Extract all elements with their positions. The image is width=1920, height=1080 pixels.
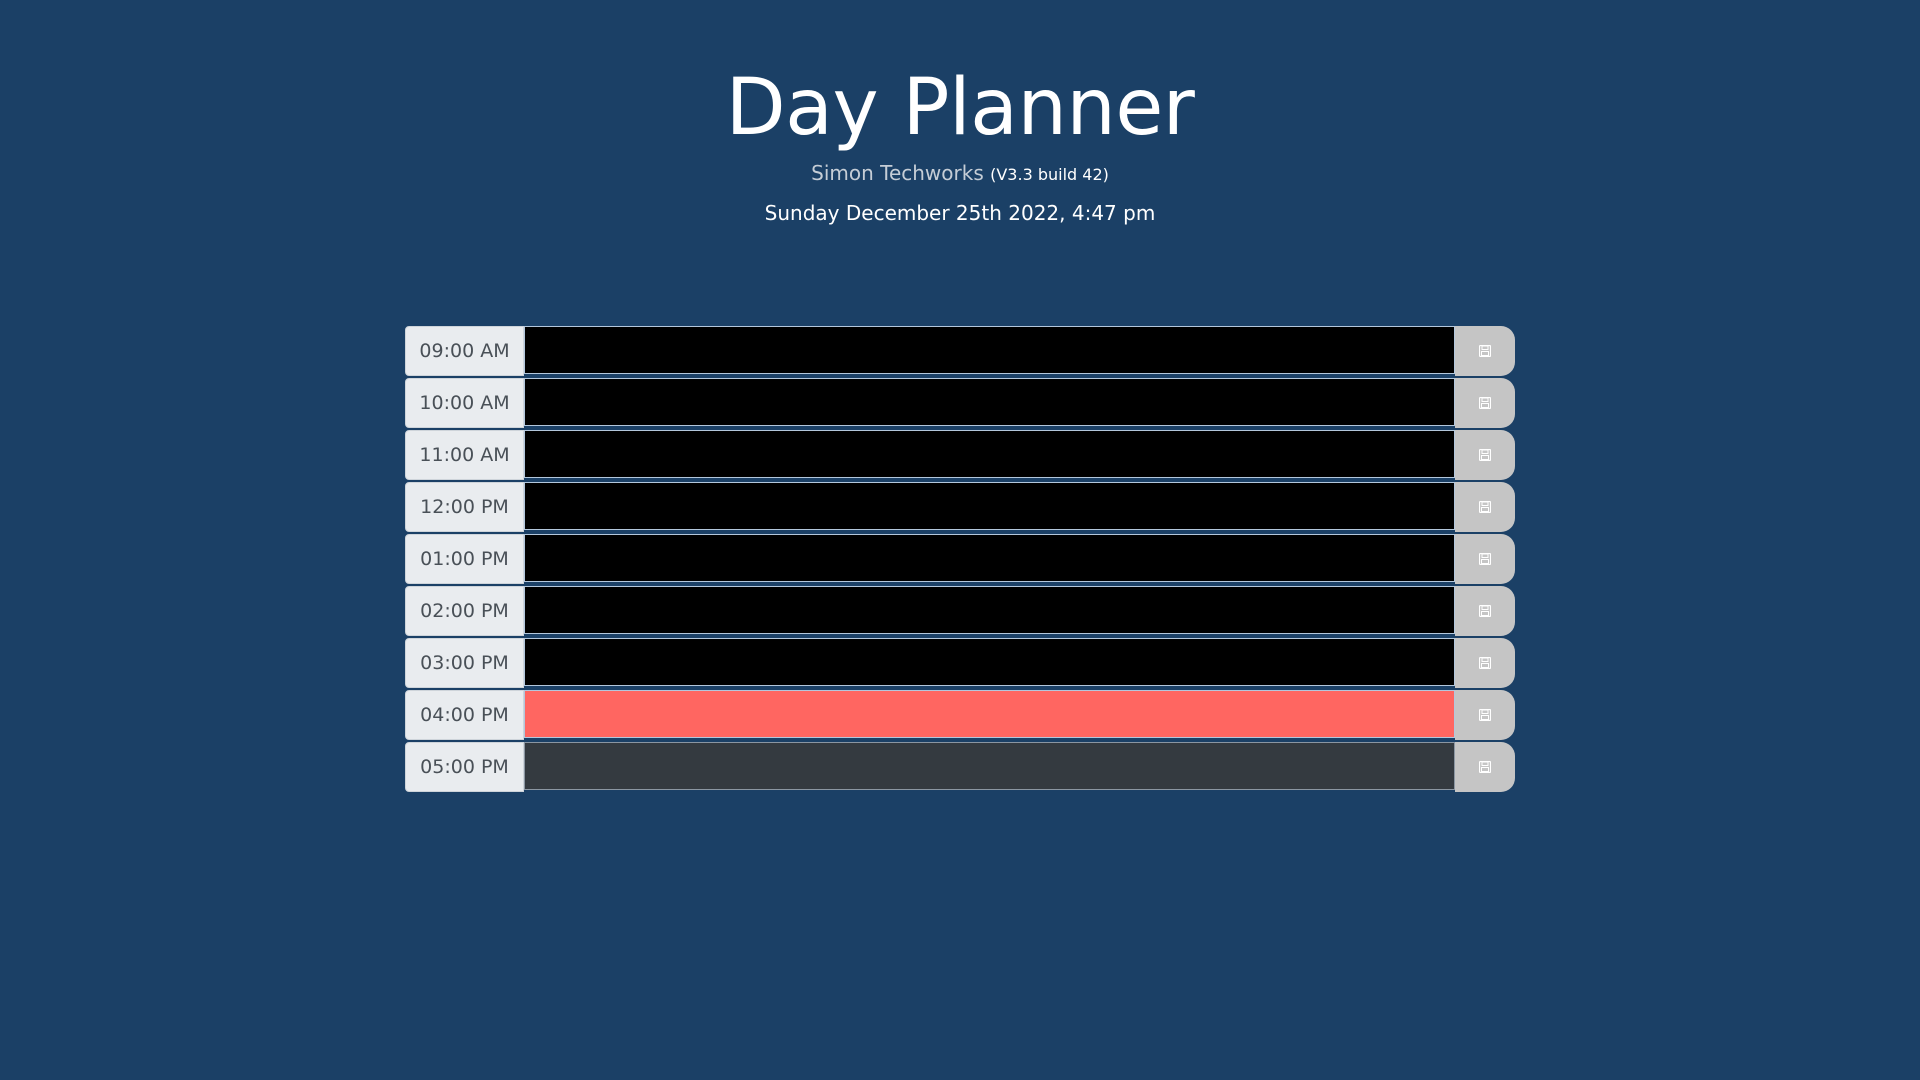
time-block-row: 03:00 PM (405, 638, 1515, 688)
hour-label: 01:00 PM (405, 534, 524, 584)
time-block-row: 01:00 PM (405, 534, 1515, 584)
save-button[interactable] (1455, 690, 1515, 740)
hour-label: 04:00 PM (405, 690, 524, 740)
jumbotron-header: Day Planner Simon Techworks (V3.3 build … (0, 62, 1920, 226)
save-button[interactable] (1455, 430, 1515, 480)
page-title: Day Planner (725, 63, 1195, 153)
floppy-disk-icon (1479, 449, 1491, 461)
company-name: Simon Techworks (811, 161, 984, 185)
floppy-disk-icon (1479, 605, 1491, 617)
hour-label: 03:00 PM (405, 638, 524, 688)
event-description-input[interactable] (524, 690, 1455, 738)
version-label: (V3.3 build 42) (990, 165, 1109, 184)
current-date: Sunday December 25th 2022, 4:47 pm (764, 201, 1156, 225)
time-block-row: 09:00 AM (405, 326, 1515, 376)
time-block-row: 02:00 PM (405, 586, 1515, 636)
floppy-disk-icon (1479, 553, 1491, 565)
hour-label: 05:00 PM (405, 742, 524, 792)
time-block-row: 12:00 PM (405, 482, 1515, 532)
event-description-input[interactable] (524, 430, 1455, 478)
hour-label: 09:00 AM (405, 326, 524, 376)
hour-label: 10:00 AM (405, 378, 524, 428)
hour-label: 02:00 PM (405, 586, 524, 636)
event-description-input[interactable] (524, 638, 1455, 686)
save-button[interactable] (1455, 326, 1515, 376)
save-button[interactable] (1455, 378, 1515, 428)
time-block-row: 11:00 AM (405, 430, 1515, 480)
floppy-disk-icon (1479, 657, 1491, 669)
event-description-input[interactable] (524, 586, 1455, 634)
floppy-disk-icon (1479, 345, 1491, 357)
event-description-input[interactable] (524, 326, 1455, 374)
floppy-disk-icon (1479, 397, 1491, 409)
time-block-list: 09:00 AM 10:00 AM 11:00 AM 12:00 PM 01:0… (405, 326, 1515, 794)
floppy-disk-icon (1479, 761, 1491, 773)
save-button[interactable] (1455, 638, 1515, 688)
company-line: Simon Techworks (V3.3 build 42) (0, 160, 1920, 188)
hour-label: 12:00 PM (405, 482, 524, 532)
time-block-row: 05:00 PM (405, 742, 1515, 792)
hour-label: 11:00 AM (405, 430, 524, 480)
save-button[interactable] (1455, 534, 1515, 584)
save-button[interactable] (1455, 586, 1515, 636)
time-block-row: 10:00 AM (405, 378, 1515, 428)
save-button[interactable] (1455, 482, 1515, 532)
event-description-input[interactable] (524, 534, 1455, 582)
time-block-row: 04:00 PM (405, 690, 1515, 740)
event-description-input[interactable] (524, 482, 1455, 530)
floppy-disk-icon (1479, 709, 1491, 721)
event-description-input[interactable] (524, 742, 1455, 790)
floppy-disk-icon (1479, 501, 1491, 513)
event-description-input[interactable] (524, 378, 1455, 426)
save-button[interactable] (1455, 742, 1515, 792)
